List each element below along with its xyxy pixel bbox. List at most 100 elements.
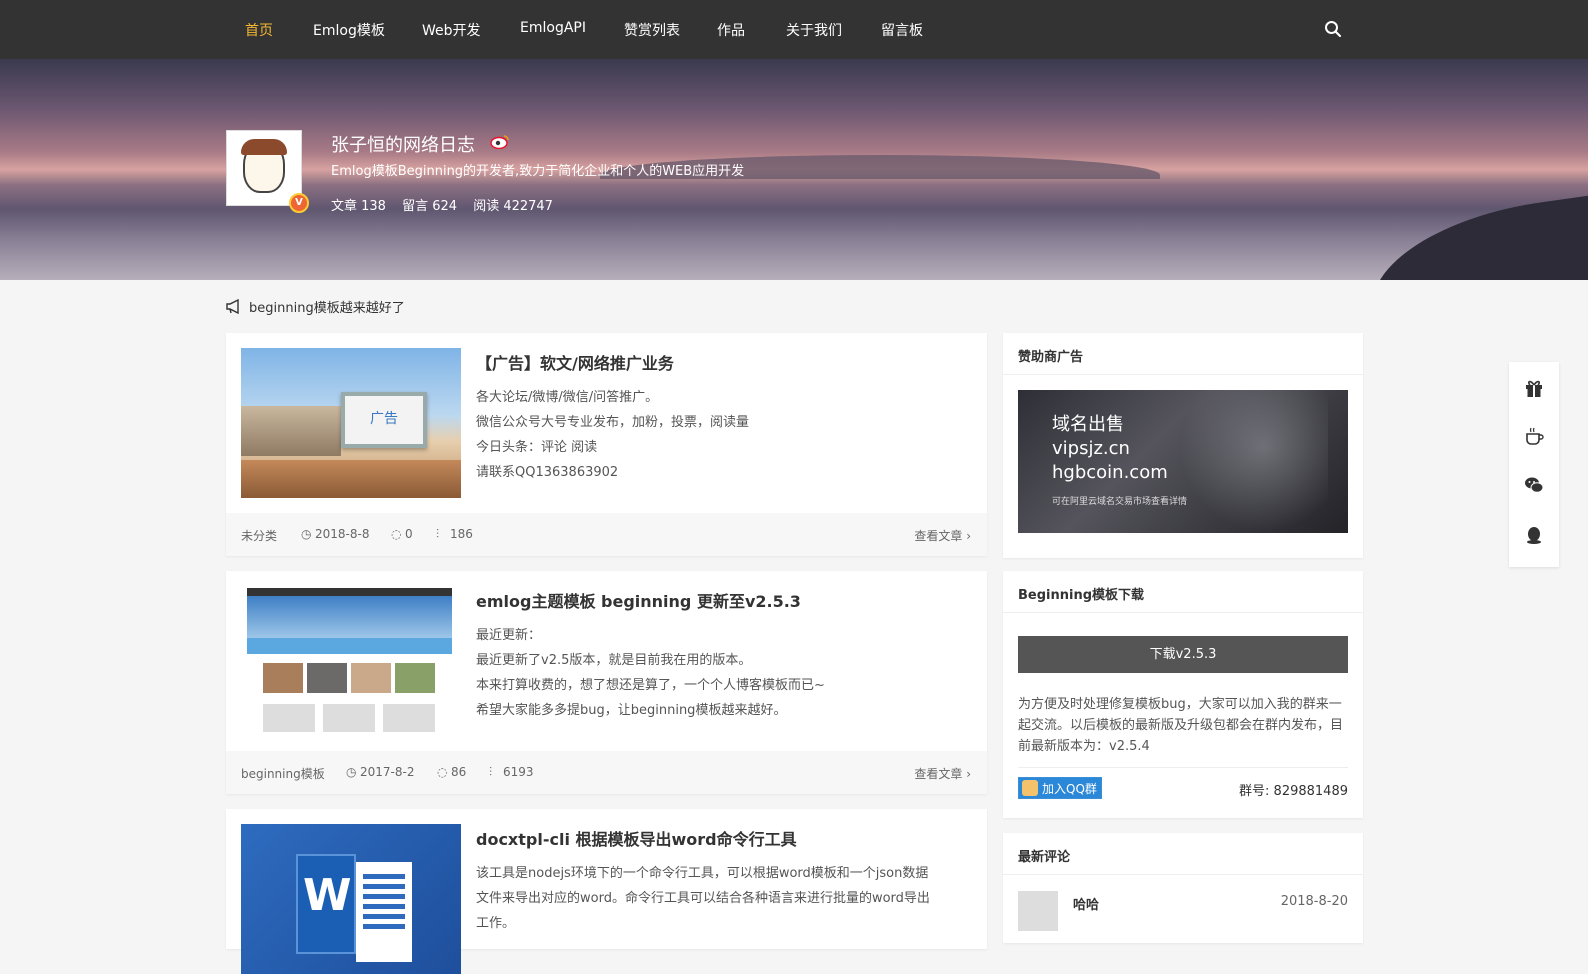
comment-icon: ◌ [437,765,448,779]
stat-comments: 留言 624 [402,199,458,214]
thumb-photo [351,663,391,693]
article-thumbnail[interactable]: 广告 [241,348,461,498]
article-thumbnail[interactable]: W [241,824,461,974]
plaza-ground [241,460,461,498]
widget-title: 赞助商广告 [1003,333,1363,375]
thumb-nav [247,588,452,596]
avatar-hair [241,139,287,155]
download-button[interactable]: 下载v2.5.3 [1018,636,1348,673]
article-excerpt: 各大论坛/微博/微信/问答推广。 微信公众号大号专业发布，加粉，投票，阅读量 今… [476,385,971,485]
read-more-label: 查看文章 [914,767,963,781]
sponsor-widget: 赞助商广告 域名出售 vipsjz.cn hgbcoin.com 可在阿里云域名… [1003,333,1363,558]
city-skyline [241,406,341,456]
comment-author[interactable]: 哈哈 [1073,894,1099,913]
floating-toolbar [1509,362,1559,567]
nav-item-emlog-templates[interactable]: Emlog模板 [313,20,385,40]
excerpt-line: 各大论坛/微博/微信/问答推广。 [476,390,659,405]
read-more-link[interactable]: 查看文章 › [914,527,971,544]
ad-glow [1168,390,1328,533]
comment-icon: ◌ [391,527,402,541]
article-title[interactable]: emlog主题模板 beginning 更新至v2.5.3 [476,588,801,612]
article-date: 2018-8-8 [315,527,370,541]
excerpt-line: 希望大家能多多提bug，让beginning模板越来越好。 [476,703,787,718]
widget-title: 最新评论 [1003,833,1363,875]
nav-item-home[interactable]: 首页 [245,20,273,40]
thumb-strip [247,638,452,654]
views-icon: ⫶ [489,765,493,779]
top-nav: 首页 Emlog模板 Web开发 EmlogAPI 赞赏列表 作品 关于我们 留… [0,0,1588,59]
excerpt-line: 微信公众号大号专业发布，加粉，投票，阅读量 [476,415,750,430]
article-card: 广告 【广告】软文/网络推广业务 各大论坛/微博/微信/问答推广。 微信公众号大… [226,333,987,556]
excerpt-line: 本来打算收费的，想了想还是算了，一个个人博客模板而已~ [476,678,825,693]
download-widget: Beginning模板下载 下载v2.5.3 为方便及时处理修复模板bug，大家… [1003,571,1363,818]
comment-date: 2018-8-20 [1280,894,1348,909]
article-category[interactable]: beginning模板 [241,765,325,782]
views-icon: ⫶ [436,527,440,541]
verified-badge: V [289,193,309,213]
article-view-count: 186 [450,527,473,541]
avatar[interactable] [1018,891,1058,931]
recent-comments-widget: 最新评论 哈哈 2018-8-20 [1003,833,1363,943]
megaphone-icon [226,299,239,314]
excerpt-line: 今日头条：评论 阅读 [476,440,598,455]
excerpt-line: 请联系QQ1363863902 [476,465,619,480]
excerpt-line: 该工具是nodejs环境下的一个命令行工具，可以根据word模板和一个json数… [476,866,929,881]
avatar[interactable]: V [226,130,309,213]
weibo-icon[interactable] [490,133,510,149]
notice-bar: beginning模板越来越好了 [226,297,405,316]
qq-group-number: 群号: 829881489 [1239,784,1348,799]
site-description: Emlog模板Beginning的开发者,致力于简化企业和个人的WEB应用开发 [331,164,745,179]
article-card: W docxtpl-cli 根据模板导出word命令行工具 该工具是nodejs… [226,809,987,974]
article-title[interactable]: 【广告】软文/网络推广业务 [476,350,674,374]
ad-line: vipsjz.cn [1052,438,1130,459]
nav-item-about[interactable]: 关于我们 [786,20,842,40]
thumb-list [263,704,435,732]
word-doc-lines [363,874,405,934]
excerpt-line: 最近更新： [476,628,542,643]
ad-line: 可在阿里云域名交易市场查看详情 [1052,497,1188,507]
excerpt-line: 文件来导出对应的word。命令行工具可以结合各种语言来进行批量的word导出 [476,891,930,906]
article-title[interactable]: docxtpl-cli 根据模板导出word命令行工具 [476,826,797,850]
nav-item-works[interactable]: 作品 [717,20,745,40]
join-qq-group-button[interactable]: 加入QQ群 [1018,777,1102,799]
search-icon[interactable] [1324,20,1342,38]
site-title[interactable]: 张子恒的网络日志 [331,131,475,157]
read-more-link[interactable]: 查看文章 › [914,765,971,782]
billboard-label: 广告 [370,411,398,427]
site-stats: 文章 138 留言 624 阅读 422747 [331,195,565,214]
download-description: 为方便及时处理修复模板bug，大家可以加入我的群来一起交流。以后模板的最新版及升… [1018,697,1344,754]
ad-line: hgbcoin.com [1052,462,1168,483]
qq-icon[interactable] [1524,525,1544,545]
article-category[interactable]: 未分类 [241,527,277,544]
nav-item-emlog-api[interactable]: EmlogAPI [520,20,586,36]
nav-item-donation-list[interactable]: 赞赏列表 [624,20,680,40]
thumb-photo [307,663,347,693]
divider [1018,767,1348,768]
article-excerpt: 该工具是nodejs环境下的一个命令行工具，可以根据word模板和一个json数… [476,861,971,936]
sponsor-ad[interactable]: 域名出售 vipsjz.cn hgbcoin.com 可在阿里云域名交易市场查看… [1018,390,1348,533]
word-logo-letter: W [303,870,352,921]
article-comment-count: 0 [405,527,413,541]
nav-item-guestbook[interactable]: 留言板 [881,20,923,40]
ad-line: 域名出售 [1052,414,1124,435]
wechat-icon[interactable] [1524,475,1544,495]
thumb-photo [263,663,303,693]
qq-group-icon [1022,780,1038,796]
thumb-photo [395,663,435,693]
excerpt-line: 工作。 [476,916,516,931]
stat-views: 阅读 422747 [473,199,553,214]
excerpt-line: 最近更新了v2.5版本，就是目前我在用的版本。 [476,653,752,668]
gift-icon[interactable] [1524,378,1544,398]
nav-item-web-dev[interactable]: Web开发 [422,20,481,40]
article-thumbnail[interactable] [241,586,461,736]
stat-articles: 文章 138 [331,199,386,214]
article-card: emlog主题模板 beginning 更新至v2.5.3 最近更新： 最近更新… [226,571,987,794]
article-comment-count: 86 [451,765,467,779]
coffee-icon[interactable] [1524,426,1544,446]
article-meta: 未分类 ◷ 2018-8-8 ◌ 0 ⫶ 186 查看文章 › [226,513,987,556]
widget-title: Beginning模板下载 [1003,571,1363,613]
article-date: 2017-8-2 [360,765,415,779]
join-qq-group-label: 加入QQ群 [1042,781,1097,796]
banner-rock-decoration [1360,191,1588,280]
clock-icon: ◷ [346,765,357,779]
